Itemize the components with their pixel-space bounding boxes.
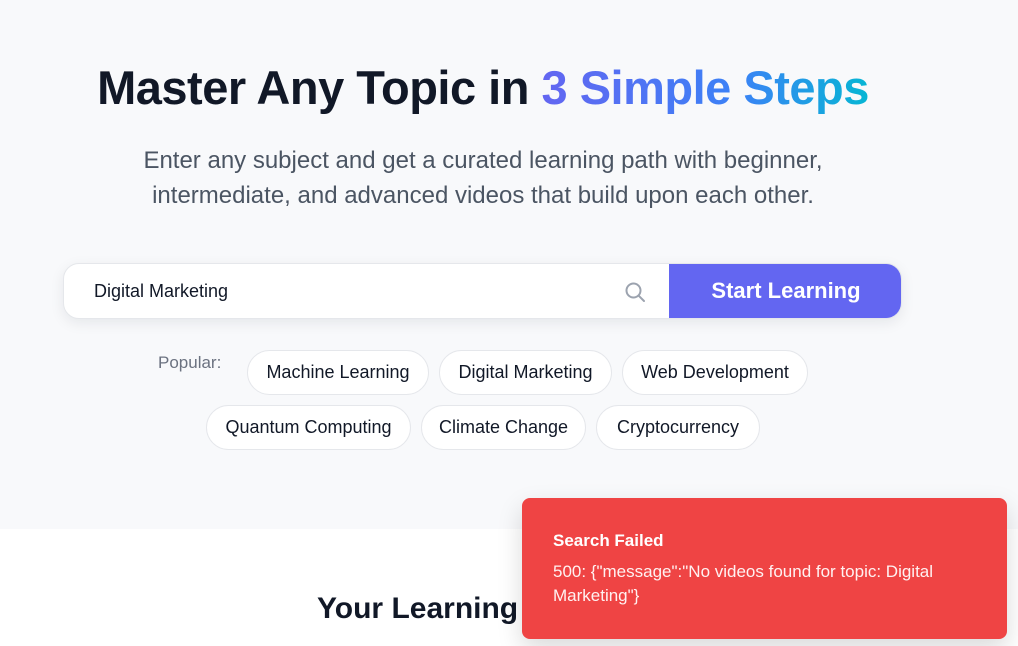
popular-chip-climate-change[interactable]: Climate Change [421,405,586,450]
hero-section: Master Any Topic in 3 Simple Steps Enter… [0,0,1018,529]
popular-chip-cryptocurrency[interactable]: Cryptocurrency [596,405,760,450]
start-learning-button[interactable]: Start Learning [669,264,901,318]
popular-chip-machine-learning[interactable]: Machine Learning [247,350,429,395]
popular-chip-digital-marketing[interactable]: Digital Marketing [439,350,612,395]
hero-subtitle: Enter any subject and get a curated lear… [0,143,966,213]
popular-label: Popular: [158,353,222,372]
headline-highlight: 3 Simple Steps [541,61,870,114]
subtitle-line-2: intermediate, and advanced videos that b… [152,182,814,209]
search-bar: Start Learning [63,263,902,319]
search-input[interactable] [64,264,668,318]
subtitle-line-1: Enter any subject and get a curated lear… [143,147,823,174]
popular-chip-web-development[interactable]: Web Development [622,350,808,395]
toast-message: 500: {"message":"No videos found for top… [553,562,934,605]
toast-title: Search Failed [553,531,664,550]
popular-chip-quantum-computing[interactable]: Quantum Computing [206,405,411,450]
page-title: Master Any Topic in 3 Simple Steps [0,60,966,115]
search-icon[interactable] [623,280,647,304]
learning-section-title: Your Learning [317,592,519,625]
error-toast[interactable]: Search Failed 500: {"message":"No videos… [522,498,1007,639]
headline-prefix: Master Any Topic in [97,61,542,114]
